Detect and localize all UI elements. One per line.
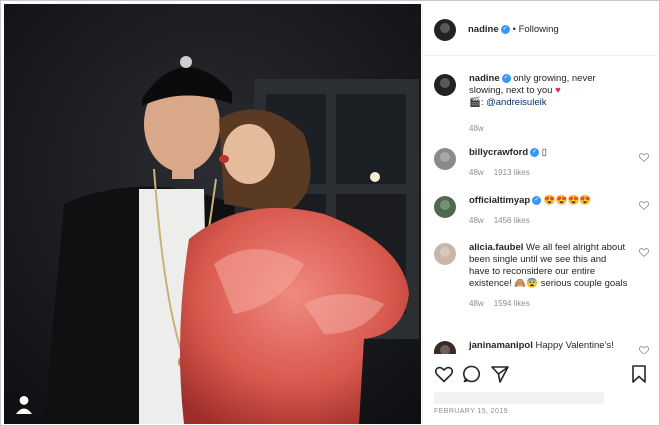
caption-time[interactable]: 48w — [469, 124, 484, 133]
comment-text: ▯ — [541, 147, 547, 158]
heart-emoji-icon: ♥ — [555, 85, 561, 96]
comment-username[interactable]: officialtimyap — [469, 195, 530, 206]
comment-time[interactable]: 48w — [469, 299, 484, 308]
verified-badge-icon: ✓ — [500, 25, 510, 34]
like-comment-heart-icon[interactable] — [639, 153, 649, 162]
avatar[interactable] — [434, 74, 456, 96]
post-header: nadine ✓ • Following — [423, 4, 658, 56]
post-username[interactable]: nadine — [468, 24, 499, 35]
comment-time[interactable]: 48w — [469, 168, 484, 177]
comment-time[interactable]: 48w — [469, 216, 484, 225]
post-window: nadine ✓ • Following nadine ✓ only growin… — [0, 0, 660, 426]
like-comment-heart-icon[interactable] — [639, 248, 649, 257]
avatar[interactable] — [434, 243, 456, 265]
post-side-panel: nadine ✓ • Following nadine ✓ only growin… — [422, 4, 658, 424]
clapper-emoji-icon: 🎬 — [469, 97, 481, 108]
comment-username[interactable]: janinamanipol — [469, 340, 533, 351]
photo-image — [4, 4, 421, 424]
comment-username[interactable]: alicia.faubel — [469, 242, 523, 253]
share-icon[interactable] — [490, 364, 510, 384]
comment-text: 😍😍😍😍 — [543, 195, 592, 206]
like-comment-heart-icon[interactable] — [639, 346, 649, 354]
verified-badge-icon: ✓ — [530, 147, 540, 157]
post-date[interactable]: FEBRUARY 15, 2019 — [434, 408, 508, 415]
verified-badge-icon: ✓ — [532, 195, 542, 205]
bookmark-icon[interactable] — [629, 364, 649, 384]
avatar[interactable] — [434, 148, 456, 170]
caption-username[interactable]: nadine — [469, 73, 500, 84]
following-button[interactable]: • Following — [513, 24, 559, 35]
avatar[interactable] — [434, 341, 456, 354]
caption-mention[interactable]: @andreisuleik — [486, 97, 546, 108]
comments-list[interactable]: nadine ✓ only growing, never slowing, nex… — [423, 57, 659, 354]
comment-icon[interactable] — [462, 364, 482, 384]
likes-placeholder-bar — [434, 392, 604, 404]
post-photo[interactable] — [4, 4, 421, 424]
comment-text: Happy Valentine's! — [535, 340, 614, 351]
comment-item: alicia.faubel We all feel alright about … — [434, 242, 649, 310]
comment-likes[interactable]: 1594 likes — [494, 299, 530, 308]
comment-username[interactable]: billycrawford — [469, 147, 528, 158]
avatar[interactable] — [434, 196, 456, 218]
comment-item: billycrawford ✓ ▯ 48w 1913 likes — [434, 147, 649, 179]
avatar[interactable] — [434, 18, 456, 41]
comment-likes[interactable]: 1913 likes — [494, 168, 530, 177]
like-comment-heart-icon[interactable] — [639, 201, 649, 210]
comment-item: officialtimyap ✓ 😍😍😍😍 48w 1456 likes — [434, 195, 649, 227]
comment-likes[interactable]: 1456 likes — [494, 216, 530, 225]
user-tag-icon[interactable] — [14, 394, 34, 414]
caption: nadine ✓ only growing, never slowing, nex… — [434, 73, 649, 135]
comment-item: janinamanipol Happy Valentine's! — [434, 340, 649, 354]
post-actions — [434, 364, 649, 384]
verified-badge-icon: ✓ — [501, 73, 511, 83]
heart-icon[interactable] — [434, 364, 454, 384]
